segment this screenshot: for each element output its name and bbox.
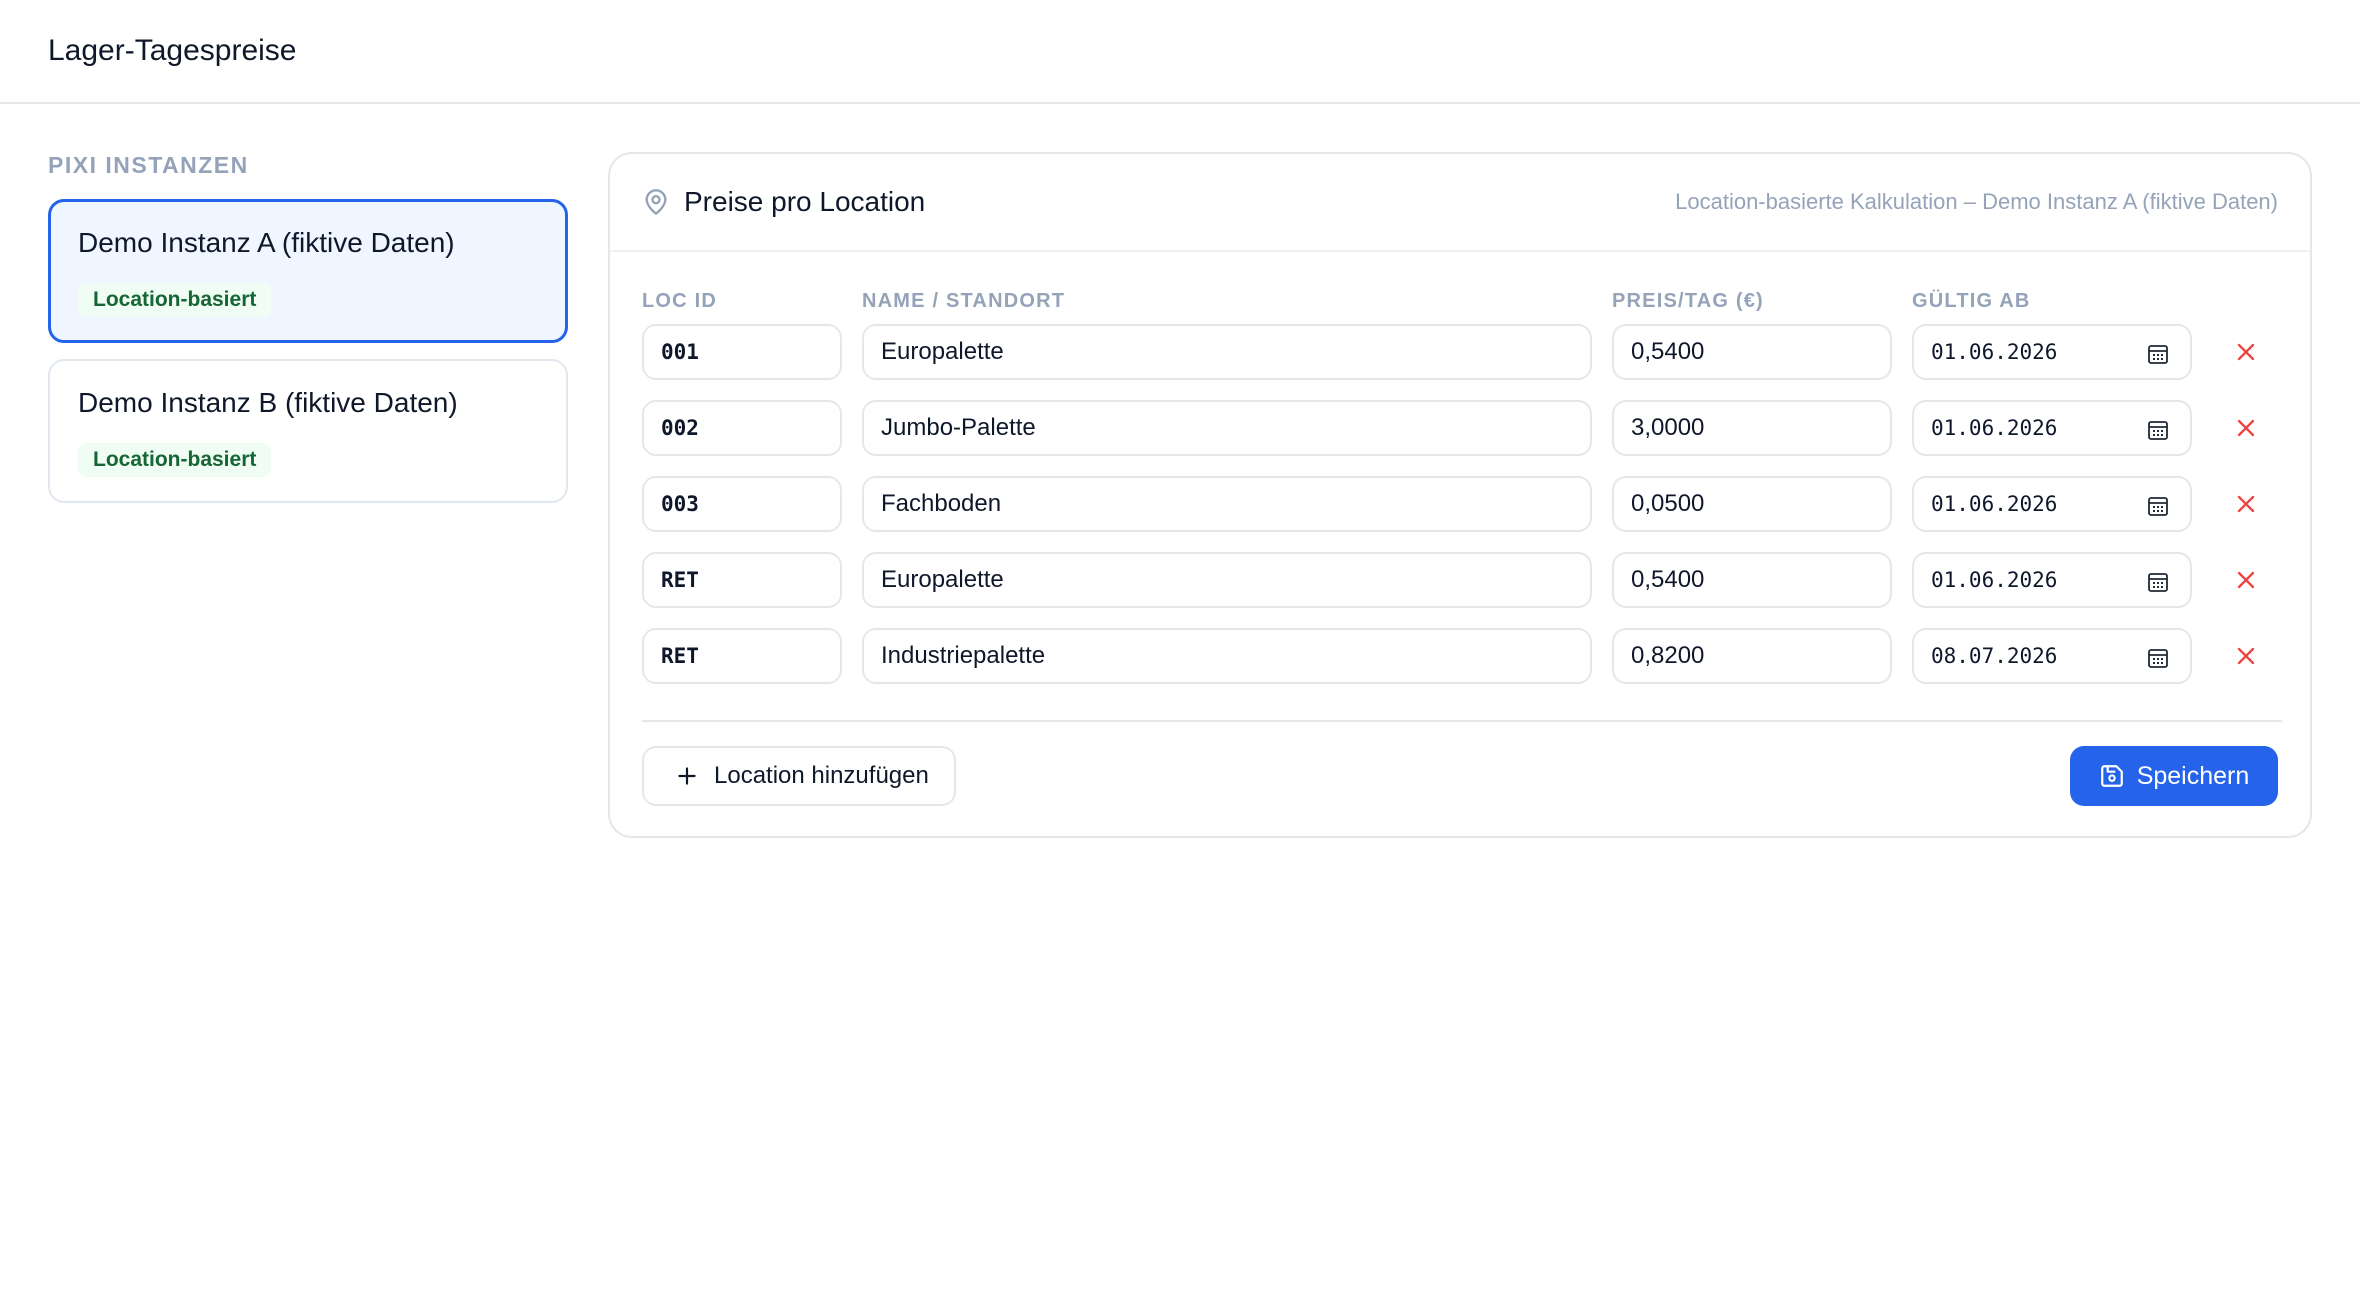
add-location-label: Location hinzufügen — [714, 762, 929, 789]
valid-from-input[interactable]: 01.06.2026 — [1912, 476, 2192, 532]
valid-from-value: 01.06.2026 — [1931, 492, 2058, 516]
delete-row-icon[interactable] — [2232, 642, 2260, 670]
column-header-loc-id: LOC ID — [642, 290, 717, 312]
price-input[interactable]: 3,0000 — [1612, 400, 1892, 456]
app-title: Lager-Tagespreise — [48, 34, 297, 67]
instance-name: Demo Instanz A (fiktive Daten) — [78, 227, 455, 258]
instance-name: Demo Instanz B (fiktive Daten) — [78, 387, 458, 418]
table-header: LOC ID NAME / STANDORT PREIS/TAG (€) GÜL… — [642, 290, 2282, 324]
valid-from-input[interactable]: 01.06.2026 — [1912, 324, 2192, 380]
table-row: RET Europalette 0,5400 01.06.2026 — [642, 552, 2282, 628]
panel-header: Preise pro Location Location-basierte Ka… — [610, 154, 2310, 252]
save-icon — [2100, 765, 2123, 787]
panel-subtitle: Location-basierte Kalkulation – Demo Ins… — [1675, 189, 2278, 214]
price-input[interactable]: 0,5400 — [1612, 552, 1892, 608]
calendar-icon[interactable] — [2146, 418, 2170, 442]
column-header-price: PREIS/TAG (€) — [1612, 290, 1764, 312]
table-row: 003 Fachboden 0,0500 01.06.2026 — [642, 476, 2282, 552]
instance-card-a[interactable]: Demo Instanz A (fiktive Daten) Location-… — [48, 199, 568, 343]
sidebar-heading: PIXI INSTANZEN — [48, 152, 249, 178]
divider — [642, 720, 2282, 722]
location-name-input[interactable]: Industriepalette — [862, 628, 1592, 684]
loc-id-input[interactable]: RET — [642, 628, 842, 684]
valid-from-value: 08.07.2026 — [1931, 644, 2058, 668]
loc-id-input[interactable]: 002 — [642, 400, 842, 456]
location-name-input[interactable]: Jumbo-Palette — [862, 400, 1592, 456]
column-header-name: NAME / STANDORT — [862, 290, 1066, 312]
valid-from-input[interactable]: 01.06.2026 — [1912, 552, 2192, 608]
map-pin-icon — [645, 189, 667, 215]
valid-from-value: 01.06.2026 — [1931, 340, 2058, 364]
loc-id-input[interactable]: 001 — [642, 324, 842, 380]
table-row: RET Industriepalette 0,8200 08.07.2026 — [642, 628, 2282, 704]
column-header-valid-from: GÜLTIG AB — [1912, 290, 2031, 312]
calendar-icon[interactable] — [2146, 570, 2170, 594]
delete-row-icon[interactable] — [2232, 338, 2260, 366]
price-input[interactable]: 0,0500 — [1612, 476, 1892, 532]
price-input[interactable]: 0,8200 — [1612, 628, 1892, 684]
prices-table: LOC ID NAME / STANDORT PREIS/TAG (€) GÜL… — [642, 290, 2282, 704]
instance-sidebar: PIXI INSTANZEN Demo Instanz A (fiktive D… — [48, 152, 568, 519]
calendar-icon[interactable] — [2146, 342, 2170, 366]
delete-row-icon[interactable] — [2232, 414, 2260, 442]
location-name-input[interactable]: Fachboden — [862, 476, 1592, 532]
price-input[interactable]: 0,5400 — [1612, 324, 1892, 380]
valid-from-value: 01.06.2026 — [1931, 568, 2058, 592]
table-row: 002 Jumbo-Palette 3,0000 01.06.2026 — [642, 400, 2282, 476]
instance-type-badge: Location-basiert — [78, 443, 272, 477]
valid-from-value: 01.06.2026 — [1931, 416, 2058, 440]
table-row: 001 Europalette 0,5400 01.06.2026 — [642, 324, 2282, 400]
top-bar: Lager-Tagespreise — [0, 0, 2360, 104]
calendar-icon[interactable] — [2146, 646, 2170, 670]
valid-from-input[interactable]: 08.07.2026 — [1912, 628, 2192, 684]
save-label: Speichern — [2136, 761, 2250, 790]
plus-icon — [678, 767, 696, 785]
location-name-input[interactable]: Europalette — [862, 324, 1592, 380]
delete-row-icon[interactable] — [2232, 566, 2260, 594]
instance-type-badge: Location-basiert — [78, 283, 272, 317]
prices-panel: Preise pro Location Location-basierte Ka… — [608, 152, 2312, 838]
save-button[interactable]: Speichern — [2070, 746, 2278, 806]
loc-id-input[interactable]: 003 — [642, 476, 842, 532]
add-location-button[interactable]: Location hinzufügen — [642, 746, 956, 806]
valid-from-input[interactable]: 01.06.2026 — [1912, 400, 2192, 456]
panel-title: Preise pro Location — [684, 186, 926, 217]
location-name-input[interactable]: Europalette — [862, 552, 1592, 608]
loc-id-input[interactable]: RET — [642, 552, 842, 608]
delete-row-icon[interactable] — [2232, 490, 2260, 518]
instance-card-b[interactable]: Demo Instanz B (fiktive Daten) Location-… — [48, 359, 568, 503]
calendar-icon[interactable] — [2146, 494, 2170, 518]
